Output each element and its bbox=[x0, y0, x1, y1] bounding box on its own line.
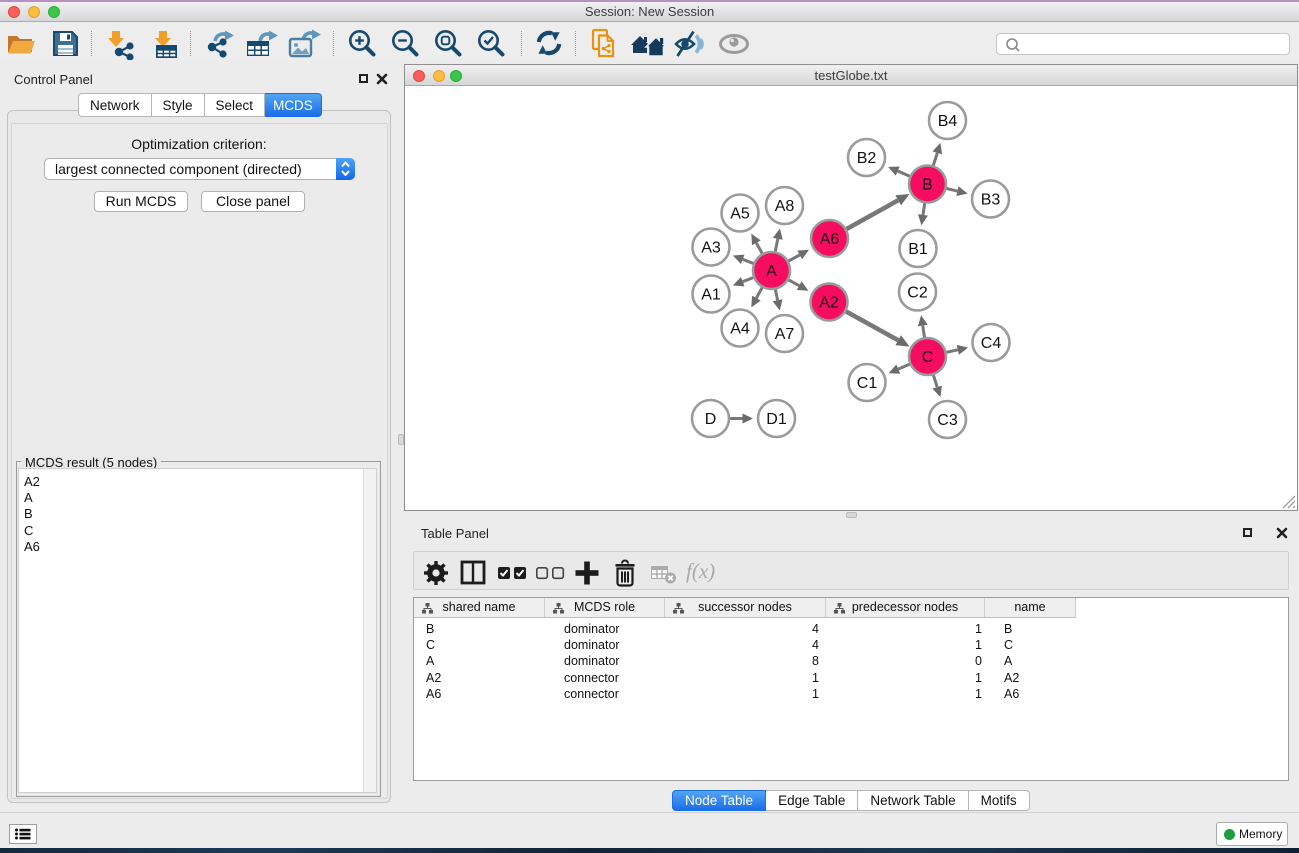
svg-text:A7: A7 bbox=[775, 326, 795, 343]
svg-text:B1: B1 bbox=[908, 241, 928, 258]
svg-text:C: C bbox=[922, 349, 934, 366]
svg-text:B2: B2 bbox=[857, 150, 877, 167]
svg-text:A6: A6 bbox=[820, 231, 840, 248]
svg-text:D1: D1 bbox=[766, 411, 787, 428]
svg-text:D: D bbox=[705, 411, 717, 428]
svg-text:A4: A4 bbox=[730, 321, 750, 338]
svg-text:A2: A2 bbox=[819, 295, 839, 312]
svg-text:C3: C3 bbox=[937, 412, 958, 429]
svg-text:B4: B4 bbox=[938, 113, 958, 130]
svg-text:C4: C4 bbox=[981, 335, 1002, 352]
svg-text:A8: A8 bbox=[775, 198, 795, 215]
svg-text:A3: A3 bbox=[701, 240, 721, 257]
svg-text:C1: C1 bbox=[857, 375, 878, 392]
svg-text:C2: C2 bbox=[907, 285, 928, 302]
svg-text:B3: B3 bbox=[981, 192, 1001, 209]
svg-text:B: B bbox=[922, 177, 933, 194]
svg-text:A1: A1 bbox=[701, 287, 721, 304]
svg-text:A5: A5 bbox=[730, 206, 750, 223]
svg-text:A: A bbox=[766, 263, 777, 280]
